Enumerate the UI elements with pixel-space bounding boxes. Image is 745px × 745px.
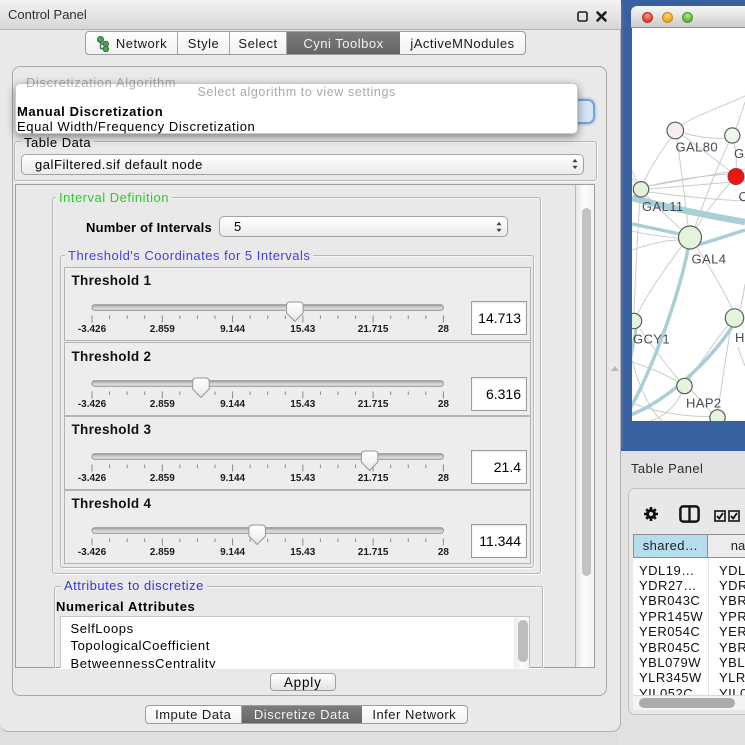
- svg-text:GAL11: GAL11: [642, 199, 684, 214]
- svg-text:GAL4: GAL4: [692, 252, 727, 267]
- svg-text:GA: GA: [734, 146, 745, 161]
- svg-text:HI: HI: [735, 330, 745, 345]
- svg-text:HAP2: HAP2: [686, 396, 722, 411]
- svg-text:C: C: [739, 189, 745, 204]
- svg-text:GCY1: GCY1: [633, 332, 670, 347]
- svg-text:GAL80: GAL80: [676, 140, 718, 155]
